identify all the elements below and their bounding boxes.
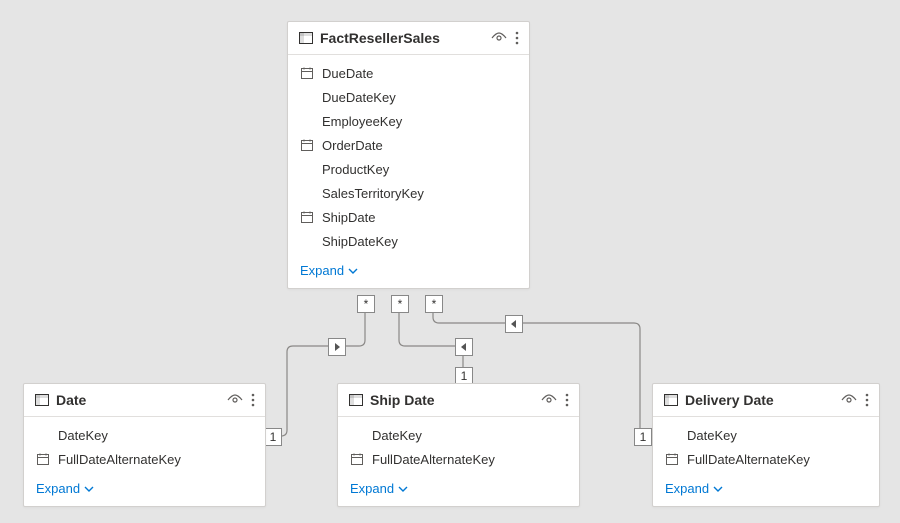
field-label: DueDate (322, 66, 517, 81)
date-icon (36, 452, 58, 466)
table-factresellersales[interactable]: FactResellerSales DueDate DueDateKey Emplo… (287, 21, 530, 289)
field-list: DateKey FullDateAlternateKey (653, 417, 879, 473)
visibility-icon[interactable] (227, 392, 243, 408)
field-row[interactable]: DateKey (338, 423, 579, 447)
field-row[interactable]: EmployeeKey (288, 109, 529, 133)
field-label: DateKey (372, 428, 567, 443)
date-icon (300, 210, 322, 224)
chevron-down-icon (348, 266, 358, 276)
field-row[interactable]: ShipDate (288, 205, 529, 229)
field-label: DateKey (687, 428, 867, 443)
more-options-icon[interactable] (565, 393, 569, 407)
expand-button[interactable]: Expand (24, 473, 265, 506)
table-title: Delivery Date (685, 392, 841, 408)
field-label: DateKey (58, 428, 253, 443)
field-label: ProductKey (322, 162, 517, 177)
field-list: DateKey FullDateAlternateKey (338, 417, 579, 473)
field-label: FullDateAlternateKey (687, 452, 867, 467)
expand-button[interactable]: Expand (653, 473, 879, 506)
field-label: FullDateAlternateKey (372, 452, 567, 467)
field-list: DueDate DueDateKey EmployeeKey OrderDate Pro… (288, 55, 529, 255)
cardinality-many: * (357, 295, 375, 313)
table-icon (34, 392, 50, 408)
field-row[interactable]: FullDateAlternateKey (653, 447, 879, 471)
field-label: EmployeeKey (322, 114, 517, 129)
table-title: Date (56, 392, 227, 408)
cardinality-many: * (425, 295, 443, 313)
table-date[interactable]: Date DateKey FullDateAlternateKey Expand (23, 383, 266, 507)
filter-direction (505, 315, 523, 333)
field-row[interactable]: OrderDate (288, 133, 529, 157)
field-list: DateKey FullDateAlternateKey (24, 417, 265, 473)
field-label: DueDateKey (322, 90, 517, 105)
cardinality-one: 1 (264, 428, 282, 446)
expand-button[interactable]: Expand (288, 255, 529, 288)
table-title: FactResellerSales (320, 30, 491, 46)
date-icon (300, 66, 322, 80)
field-label: OrderDate (322, 138, 517, 153)
field-row[interactable]: FullDateAlternateKey (24, 447, 265, 471)
more-options-icon[interactable] (251, 393, 255, 407)
table-title: Ship Date (370, 392, 541, 408)
cardinality-many: * (391, 295, 409, 313)
field-row[interactable]: ProductKey (288, 157, 529, 181)
field-row[interactable]: SalesTerritoryKey (288, 181, 529, 205)
table-delivery-date[interactable]: Delivery Date DateKey FullDateAlternateKe… (652, 383, 880, 507)
chevron-down-icon (84, 484, 94, 494)
field-row[interactable]: DueDateKey (288, 85, 529, 109)
date-icon (665, 452, 687, 466)
table-icon (348, 392, 364, 408)
table-icon (298, 30, 314, 46)
field-label: FullDateAlternateKey (58, 452, 253, 467)
field-row[interactable]: FullDateAlternateKey (338, 447, 579, 471)
filter-direction (455, 338, 473, 356)
chevron-down-icon (713, 484, 723, 494)
field-label: ShipDate (322, 210, 517, 225)
date-icon (300, 138, 322, 152)
expand-button[interactable]: Expand (338, 473, 579, 506)
visibility-icon[interactable] (491, 30, 507, 46)
table-ship-date[interactable]: Ship Date DateKey FullDateAlternateKey Ex… (337, 383, 580, 507)
table-icon (663, 392, 679, 408)
visibility-icon[interactable] (541, 392, 557, 408)
field-label: SalesTerritoryKey (322, 186, 517, 201)
field-label: ShipDateKey (322, 234, 517, 249)
filter-direction (328, 338, 346, 356)
field-row[interactable]: ShipDateKey (288, 229, 529, 253)
date-icon (350, 452, 372, 466)
field-row[interactable]: DateKey (24, 423, 265, 447)
more-options-icon[interactable] (865, 393, 869, 407)
more-options-icon[interactable] (515, 31, 519, 45)
chevron-down-icon (398, 484, 408, 494)
cardinality-one: 1 (634, 428, 652, 446)
visibility-icon[interactable] (841, 392, 857, 408)
field-row[interactable]: DateKey (653, 423, 879, 447)
field-row[interactable]: DueDate (288, 61, 529, 85)
